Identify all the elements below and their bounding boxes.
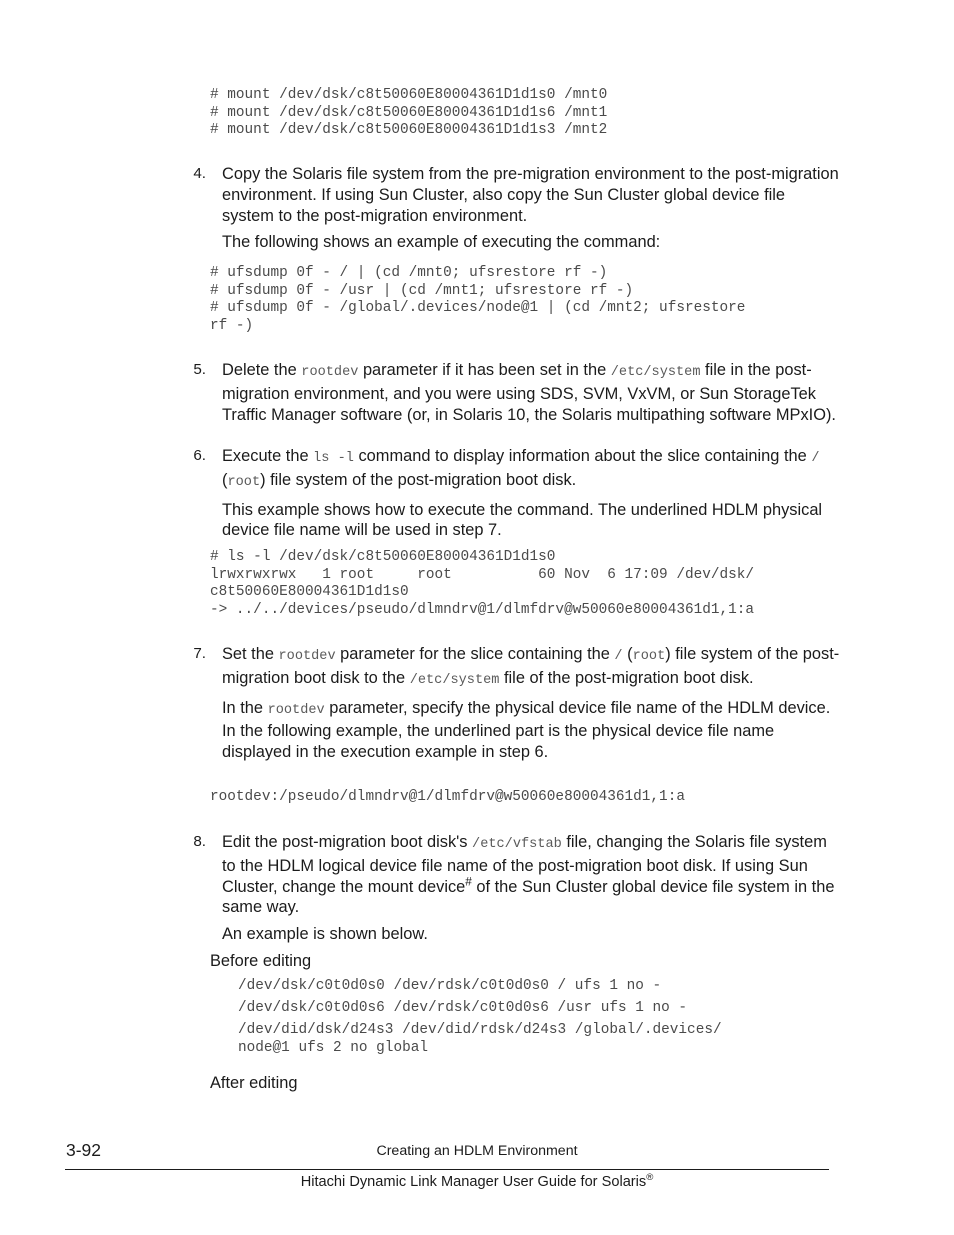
step-7-text-c: (	[622, 645, 633, 663]
footer-top-row: 3-92 Creating an HDLM Environment	[0, 1140, 954, 1168]
guide-title-text: Hitachi Dynamic Link Manager User Guide …	[300, 1174, 647, 1190]
step-6-code-slash: /	[811, 451, 820, 466]
registered-trademark-icon: ®	[646, 1172, 654, 1184]
step-6-number: 6.	[193, 447, 206, 464]
step-7-second-text-a: In the	[222, 698, 268, 717]
guide-title: Hitachi Dynamic Link Manager User Guide …	[0, 1172, 954, 1190]
step-6: 6. Execute the ls -l command to display …	[180, 446, 840, 541]
step-8: 8. Edit the post-migration boot disk's /…	[180, 832, 845, 945]
step-5-number: 5.	[193, 361, 206, 378]
step-7-code-etc-system: /etc/system	[409, 672, 500, 688]
step-7-second-code-rootdev: rootdev	[267, 702, 325, 718]
step-7-code-rootdev: rootdev	[278, 649, 336, 664]
step-4-paragraph-1: Copy the Solaris file system from the pr…	[222, 165, 839, 225]
step-7-text-a: Set the	[222, 645, 279, 663]
step-6-paragraph-2: This example shows how to execute the co…	[222, 500, 823, 540]
step-6-code-ls: ls -l	[313, 451, 354, 466]
code-block-rootdev-example: rootdev:/pseudo/dlmndrv@1/dlmfdrv@w50060…	[210, 789, 685, 805]
step-5: 5. Delete the rootdev parameter if it ha…	[180, 360, 845, 425]
step-8-number: 8.	[193, 833, 206, 850]
step-5-code-rootdev: rootdev	[301, 365, 359, 380]
running-head: Creating an HDLM Environment	[376, 1143, 578, 1159]
step-8-code-vfstab: /etc/vfstab	[472, 837, 562, 852]
step-7-text-e: file of the post-migration boot disk.	[499, 668, 754, 687]
step-7-number: 7.	[193, 645, 206, 662]
step-7-paragraph-1: Set the rootdev parameter for the slice …	[222, 644, 840, 692]
step-6-text-d: ) file system of the post-migration boot…	[260, 470, 577, 489]
step-8-paragraph-2: An example is shown below.	[222, 925, 428, 944]
step-4: 4. Copy the Solaris file system from the…	[180, 164, 840, 253]
step-4-number: 4.	[193, 165, 206, 182]
step-6-paragraph-1: Execute the ls -l command to display inf…	[222, 446, 840, 494]
code-block-ls-output: # ls -l /dev/dsk/c8t50060E80004361D1d1s0…	[210, 549, 755, 618]
label-after-editing: After editing	[210, 1074, 298, 1092]
step-5-text-a: Delete the	[222, 361, 302, 379]
step-6-text-b: command to display information about the…	[353, 447, 812, 465]
step-5-code-etc-system: /etc/system	[610, 365, 701, 380]
footer-divider	[65, 1169, 829, 1170]
label-before-editing: Before editing	[210, 952, 312, 970]
code-block-ufsdump: # ufsdump 0f - / | (cd /mnt0; ufsrestore…	[210, 265, 746, 334]
code-block-vfstab-before-line-2: /dev/dsk/c0t0d0s6 /dev/rdsk/c0t0d0s6 /us…	[238, 1000, 688, 1016]
page-footer: 3-92 Creating an HDLM Environment Hitach…	[0, 1140, 954, 1190]
step-7-paragraph-2: In the rootdev parameter, specify the ph…	[222, 698, 840, 763]
step-8-text-a: Edit the post-migration boot disk's	[222, 833, 473, 851]
step-7-code-root: root	[632, 649, 666, 664]
document-page: # mount /dev/dsk/c8t50060E80004361D1d1s0…	[0, 0, 954, 1235]
step-6-text-a: Execute the	[222, 447, 314, 465]
code-block-mount: # mount /dev/dsk/c8t50060E80004361D1d1s0…	[210, 87, 608, 139]
step-7-text-b: parameter for the slice containing the	[335, 645, 615, 663]
code-block-vfstab-before-line-1: /dev/dsk/c0t0d0s0 /dev/rdsk/c0t0d0s0 / u…	[238, 978, 662, 994]
step-7: 7. Set the rootdev parameter for the sli…	[180, 644, 840, 763]
step-8-paragraph-1: Edit the post-migration boot disk's /etc…	[222, 832, 845, 918]
step-6-code-root: root	[227, 474, 261, 490]
step-5-text-b: parameter if it has been set in the	[358, 361, 611, 379]
step-5-paragraph: Delete the rootdev parameter if it has b…	[222, 360, 845, 425]
step-4-paragraph-2: The following shows an example of execut…	[222, 233, 661, 252]
code-block-vfstab-before-line-3: /dev/did/dsk/d24s3 /dev/did/rdsk/d24s3 /…	[238, 1022, 722, 1056]
step-7-code-slash: /	[614, 649, 623, 664]
